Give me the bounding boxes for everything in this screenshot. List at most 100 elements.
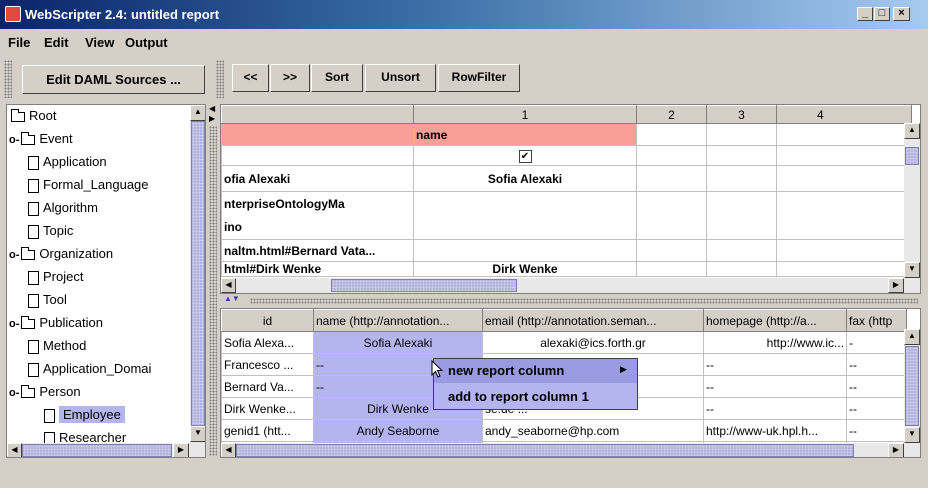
scroll-thumb[interactable] (191, 121, 205, 426)
column-header[interactable]: homepage (http://a... (703, 309, 847, 332)
column-header[interactable]: id (221, 309, 314, 332)
table-cell[interactable]: Andy Seaborne (313, 419, 483, 442)
tree-node-algorithm[interactable]: Algorithm (28, 198, 98, 220)
scroll-thumb[interactable] (331, 279, 517, 292)
data-horizontal-scrollbar[interactable]: ◀ ▶ (221, 443, 920, 457)
scroll-down-button[interactable]: ▼ (904, 262, 920, 278)
report-cell[interactable]: Sofia Alexaki (413, 165, 637, 192)
menu-item-add-to-report-column[interactable]: add to report column 1 (434, 383, 637, 409)
menu-item-new-report-column[interactable]: new report column ▶ (434, 359, 637, 383)
report-cell[interactable] (221, 123, 414, 146)
tree-node-person[interactable]: o- Person (9, 382, 81, 404)
expand-handle-icon[interactable]: o- (9, 249, 19, 261)
expand-handle-icon[interactable]: o- (9, 387, 19, 399)
toolbar-grip[interactable] (216, 60, 224, 98)
column-name-header[interactable]: name (413, 123, 637, 146)
maximize-button[interactable]: □ (874, 7, 890, 21)
horizontal-splitter[interactable]: ▲▼ (220, 294, 921, 307)
column-number[interactable] (221, 105, 414, 124)
table-cell[interactable]: genid1 (htt... (221, 419, 314, 442)
class-tree[interactable]: Root o- Event Application Formal_Language Alg… (6, 104, 206, 458)
table-cell[interactable]: Sofia Alexa... (221, 331, 314, 354)
include-checkbox[interactable]: ✔ (518, 150, 532, 163)
report-cell[interactable] (221, 145, 414, 166)
splitter-right-arrow[interactable]: ▶ (209, 114, 215, 123)
table-cell[interactable]: Dirk Wenke... (221, 397, 314, 420)
report-cell[interactable] (776, 123, 912, 146)
table-cell[interactable]: -- (846, 353, 907, 376)
report-cell[interactable]: ofia Alexaki (221, 165, 414, 192)
table-cell[interactable]: -- (846, 419, 907, 442)
data-vertical-scrollbar[interactable]: ▲ ▼ (904, 329, 920, 443)
menu-view[interactable]: View (85, 35, 114, 50)
report-cell[interactable] (776, 261, 912, 277)
tree-node-topic[interactable]: Topic (28, 221, 73, 243)
column-number[interactable]: 4 (776, 105, 912, 124)
report-cell[interactable] (776, 191, 912, 240)
scroll-down-button[interactable]: ▼ (904, 427, 920, 443)
splitter-grip[interactable] (209, 126, 217, 456)
report-cell[interactable] (636, 261, 707, 277)
report-cell[interactable] (636, 165, 707, 192)
tree-node-employee[interactable]: Employee (44, 405, 125, 427)
splitter-left-arrow[interactable]: ◀ (209, 104, 215, 113)
scroll-thumb[interactable] (236, 444, 854, 457)
unsort-button[interactable]: Unsort (365, 64, 436, 92)
report-cell[interactable] (636, 123, 707, 146)
table-cell[interactable]: http://www.ic... (703, 331, 847, 354)
scroll-left-button[interactable]: ◀ (221, 443, 236, 457)
next-button[interactable]: >> (270, 64, 310, 92)
scroll-thumb[interactable] (905, 147, 919, 165)
report-cell[interactable] (776, 165, 912, 192)
report-cell[interactable] (636, 239, 707, 262)
scroll-right-button[interactable]: ▶ (888, 278, 904, 293)
column-number[interactable]: 2 (636, 105, 707, 124)
report-horizontal-scrollbar[interactable]: ◀ ▶ (221, 278, 920, 293)
table-cell[interactable]: -- (846, 375, 907, 398)
menu-edit[interactable]: Edit (44, 35, 69, 50)
report-cell[interactable] (636, 145, 707, 166)
edit-daml-sources-button[interactable]: Edit DAML Sources ... (22, 65, 205, 94)
expand-handle-icon[interactable]: o- (9, 134, 19, 146)
scroll-thumb[interactable] (905, 346, 919, 426)
table-cell[interactable]: Bernard Va... (221, 375, 314, 398)
tree-node-tool[interactable]: Tool (28, 290, 67, 312)
report-cell[interactable]: naltm.html#Bernard Vata... (221, 239, 414, 262)
scroll-right-button[interactable]: ▶ (173, 443, 189, 457)
toolbar-grip[interactable] (4, 60, 12, 98)
previous-button[interactable]: << (232, 64, 269, 92)
tree-node-publication[interactable]: o- Publication (9, 313, 103, 335)
table-cell[interactable]: -- (703, 397, 847, 420)
splitter-arrows[interactable]: ▲▼ (224, 294, 240, 303)
scroll-up-button[interactable]: ▲ (904, 329, 920, 345)
tree-vertical-scrollbar[interactable]: ▲ ▼ (190, 105, 205, 443)
scroll-thumb[interactable] (22, 444, 172, 457)
tree-node-root[interactable]: Root (11, 106, 56, 128)
close-button[interactable]: × (893, 7, 910, 21)
report-cell[interactable] (706, 145, 777, 166)
minimize-button[interactable]: _ (857, 7, 873, 21)
scroll-left-button[interactable]: ◀ (221, 278, 236, 293)
table-row[interactable]: Sofia Alexa... Sofia Alexaki alexaki@ics.f… (221, 331, 907, 354)
table-row[interactable]: genid1 (htt... Andy Seaborne andy_seaborne… (221, 419, 907, 442)
tree-node-application-domai[interactable]: Application_Domai (28, 359, 151, 381)
report-cell[interactable] (706, 191, 777, 240)
report-cell[interactable]: html#Dirk Wenke (221, 261, 414, 277)
table-cell[interactable]: alexaki@ics.forth.gr (482, 331, 704, 354)
report-cell[interactable] (706, 239, 777, 262)
table-cell[interactable]: Francesco ... (221, 353, 314, 376)
report-cell[interactable] (706, 165, 777, 192)
scroll-left-button[interactable]: ◀ (7, 443, 22, 457)
report-cell[interactable]: ✔ (413, 145, 637, 166)
table-cell[interactable]: -- (703, 375, 847, 398)
column-header[interactable]: email (http://annotation.seman... (482, 309, 704, 332)
splitter-grip[interactable] (250, 298, 918, 304)
tree-node-application[interactable]: Application (28, 152, 107, 174)
report-grid[interactable]: 1 2 3 4 name ✔ ofia Alexaki Sofia Alexak… (220, 104, 921, 294)
report-cell[interactable] (706, 261, 777, 277)
report-cell[interactable] (413, 239, 637, 262)
tree-horizontal-scrollbar[interactable]: ◀ ▶ (7, 443, 205, 457)
report-cell[interactable] (413, 191, 637, 240)
menu-output[interactable]: Output (125, 35, 168, 50)
report-vertical-scrollbar[interactable]: ▲ ▼ (904, 123, 920, 278)
